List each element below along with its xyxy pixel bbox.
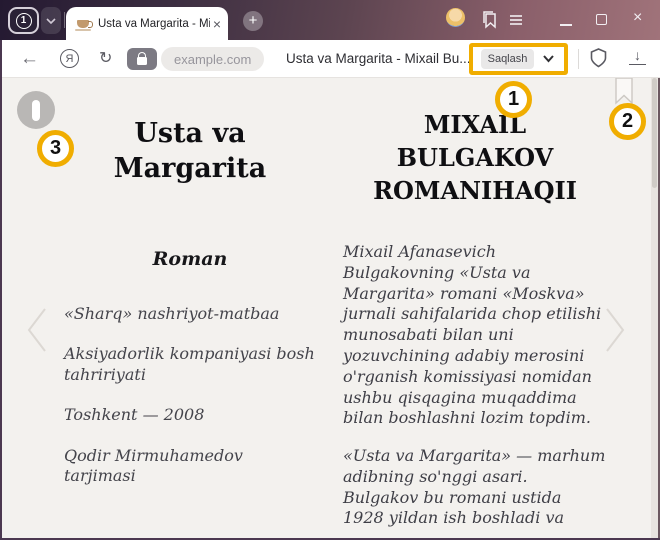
menu-icon[interactable]	[509, 14, 523, 26]
tab-close-icon[interactable]: ×	[213, 17, 221, 31]
save-options-chevron-icon[interactable]	[542, 54, 555, 63]
book-title: Usta va Margarita	[64, 116, 316, 186]
book-title-line: Margarita	[64, 151, 316, 186]
secure-lock-chip[interactable]	[127, 48, 157, 70]
annotation-callout-1: 1	[495, 81, 532, 118]
titlebar-divider	[64, 12, 65, 28]
publisher-block: «Sharq» nashriyot-matbaa Aksiyadorlik ko…	[64, 304, 316, 507]
bookmark-ribbon-icon[interactable]	[615, 78, 633, 105]
address-url-chip[interactable]: example.com	[161, 47, 264, 71]
address-page-title: Usta va Margarita - Mixail Bu...	[286, 40, 471, 78]
window-border	[0, 40, 2, 540]
maximize-icon[interactable]	[596, 14, 607, 25]
tab-counter-button[interactable]: 1	[8, 7, 39, 34]
tab-count-badge: 1	[16, 13, 32, 29]
book-title-line: Usta va	[64, 116, 316, 151]
chapter-heading-line: ROMANIHAQII	[343, 174, 607, 207]
chapter-heading: MIXAIL BULGAKOV ROMANIHAQII	[343, 108, 607, 207]
annotation-callout-3: 3	[37, 130, 74, 167]
protect-shield-icon[interactable]	[589, 47, 608, 70]
publisher-line: Aksiyadorlik kompaniyasi bosh tahririyat…	[64, 344, 316, 385]
window-close-icon[interactable]: ×	[633, 10, 642, 26]
refresh-icon[interactable]: ↻	[99, 48, 112, 68]
chevron-down-icon	[46, 18, 56, 24]
tab-list-chevron-button[interactable]	[41, 7, 61, 34]
teacup-favicon-icon	[77, 20, 89, 28]
browser-window: 1 Usta va Margarita - Mixa × + × ←	[0, 0, 660, 540]
book-subtitle: Roman	[64, 248, 316, 270]
chapter-heading-line: MIXAIL	[343, 108, 607, 141]
yandex-home-icon[interactable]: Я	[60, 49, 79, 68]
tab-title: Usta va Margarita - Mixa	[98, 18, 210, 30]
body-paragraph: «Usta va Margarita» — marhum adibning so…	[343, 446, 607, 529]
book-page-right: MIXAIL BULGAKOV ROMANIHAQII Mixail Afana…	[343, 78, 607, 540]
reader-menu-button[interactable]	[17, 91, 55, 129]
publisher-line: Toshkent — 2008	[64, 405, 316, 425]
annotation-callout-2: 2	[609, 103, 646, 140]
back-icon[interactable]: ←	[20, 48, 39, 70]
new-tab-button[interactable]: +	[243, 11, 263, 31]
download-icon[interactable]: ↓	[629, 47, 646, 65]
publisher-line: Qodir Mirmuhamedov tarjimasi	[64, 446, 316, 487]
profile-avatar[interactable]	[446, 8, 465, 27]
book-page-left: Usta va Margarita Roman «Sharq» nashriyo…	[64, 78, 316, 540]
bookmarks-panel-icon[interactable]	[481, 10, 498, 29]
save-button[interactable]: Saqlash	[481, 49, 534, 69]
scrollbar[interactable]	[651, 78, 658, 540]
toolbar-divider	[578, 49, 579, 69]
browser-tab[interactable]: Usta va Margarita - Mixa ×	[66, 7, 228, 40]
reader-content: 1 2 3 Usta va Margarita Roman «Sharq» na…	[0, 78, 660, 540]
browser-toolbar: ← Я ↻ example.com Usta va Margarita - Mi…	[0, 40, 660, 78]
chapter-heading-line: BULGAKOV	[343, 141, 607, 174]
body-paragraph: Mixail Afanasevich Bulgakovning «Usta va…	[343, 242, 607, 429]
previous-page-arrow[interactable]	[24, 306, 50, 354]
menu-handle-icon	[32, 100, 40, 121]
minimize-icon[interactable]	[560, 24, 572, 26]
title-bar: 1 Usta va Margarita - Mixa × + ×	[0, 0, 660, 40]
publisher-line: «Sharq» nashriyot-matbaa	[64, 304, 316, 324]
scrollbar-thumb[interactable]	[652, 78, 657, 188]
